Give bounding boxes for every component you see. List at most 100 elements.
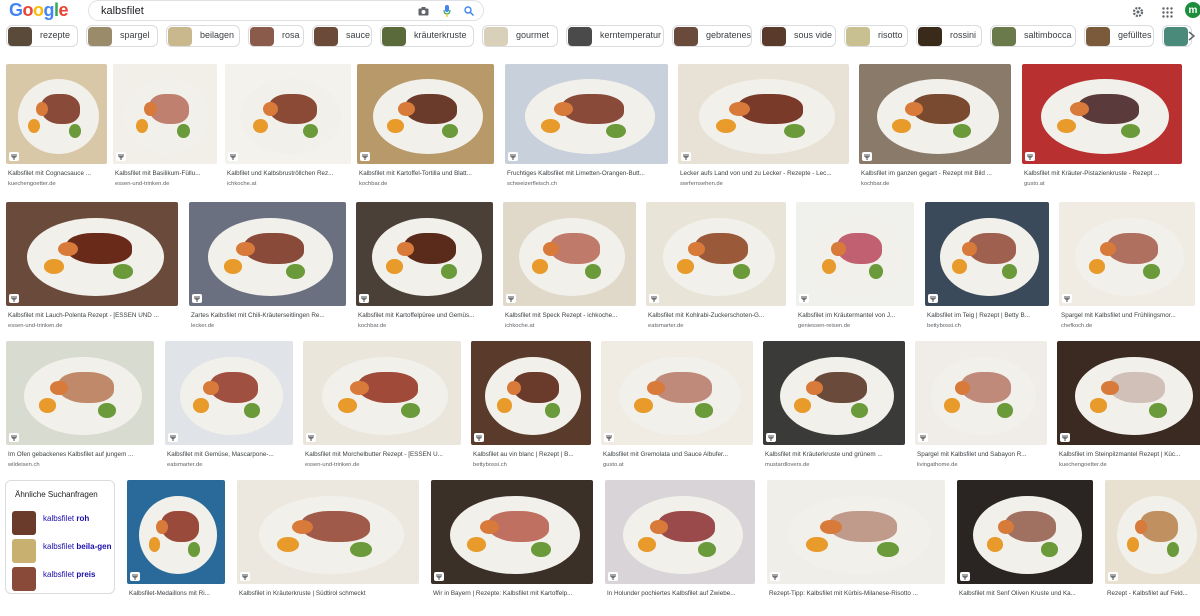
result-title[interactable]: Kalbsfilet mit Kartoffel-Tortilla und Bl… xyxy=(359,170,492,177)
result-title[interactable]: Kalbfilet und Kalbsbruströllchen Rez... xyxy=(227,170,349,177)
camera-icon[interactable] xyxy=(415,3,431,19)
image-result[interactable]: Kalbsfilet mit Morchelbutter Rezept - [E… xyxy=(303,341,461,477)
image-result[interactable]: Lecker aufs Land von und zu Lecker - Rez… xyxy=(678,64,849,196)
chip-rosa[interactable]: rosa xyxy=(248,25,304,47)
result-title[interactable]: Spargel mit Kalbsfilet und Sabayon R... xyxy=(917,451,1045,458)
search-icon[interactable] xyxy=(461,3,477,19)
result-thumbnail[interactable] xyxy=(763,341,905,445)
image-result[interactable]: Spargel mit Kalbsfilet und Frühlingsmor.… xyxy=(1059,202,1195,338)
result-thumbnail[interactable] xyxy=(646,202,786,306)
result-thumbnail[interactable] xyxy=(6,341,154,445)
search-box[interactable] xyxy=(88,0,484,21)
image-result[interactable]: Im Ofen gebackenes Kalbsfilet auf jungem… xyxy=(6,341,154,477)
result-title[interactable]: Kalbsfilet au vin blanc | Rezept | B... xyxy=(473,451,589,458)
chip-kräuterkruste[interactable]: kräuterkruste xyxy=(380,25,474,47)
result-title[interactable]: Kalbsfilet mit Gemüse, Mascarpone-... xyxy=(167,451,291,458)
image-result[interactable]: Fruchtiges Kalbsfilet mit Limetten-Orang… xyxy=(505,64,668,196)
image-result[interactable]: Rezept - Kalbsfilet auf Feld... xyxy=(1105,480,1200,616)
result-thumbnail[interactable] xyxy=(113,64,217,164)
result-thumbnail[interactable] xyxy=(471,341,591,445)
chip-sous vide[interactable]: sous vide xyxy=(760,25,836,47)
image-result[interactable]: Kalbfilet und Kalbsbruströllchen Rez... i… xyxy=(225,64,351,196)
image-result[interactable]: Kalbsfilet mit Kartoffel-Tortilla und Bl… xyxy=(357,64,494,196)
image-result[interactable]: Wir in Bayern | Rezepte: Kalbsfilet mit … xyxy=(431,480,593,616)
related-search-item[interactable]: kalbsfilet preis xyxy=(12,567,112,591)
chip-gourmet[interactable]: gourmet xyxy=(482,25,558,47)
result-title[interactable]: Kalbsfilet im Steinpilzmantel Rezept | K… xyxy=(1059,451,1200,458)
chip-rezepte[interactable]: rezepte xyxy=(6,25,78,47)
result-title[interactable]: Kalbsfilet mit Morchelbutter Rezept - [E… xyxy=(305,451,459,458)
result-title[interactable]: Kalbsfilet im Teig | Rezept | Betty B... xyxy=(927,312,1047,319)
image-result[interactable]: Kalbsfilet mit Senf Oliven Kruste und Ka… xyxy=(957,480,1093,616)
chip-risotto[interactable]: risotto xyxy=(844,25,908,47)
result-title[interactable]: Kalbsfilet im ganzen gegart - Rezept mit… xyxy=(861,170,1009,177)
image-result[interactable]: Kalbsfilet im ganzen gegart - Rezept mit… xyxy=(859,64,1011,196)
result-title[interactable]: Kalbsfilet mit Basilikum-Füllu... xyxy=(115,170,215,177)
image-result[interactable]: Kalbsfilet mit Kräuter-Pistazienkruste -… xyxy=(1022,64,1182,196)
avatar[interactable]: m xyxy=(1185,2,1200,18)
result-thumbnail[interactable] xyxy=(357,64,494,164)
result-thumbnail[interactable] xyxy=(1057,341,1200,445)
chip-sauce[interactable]: sauce xyxy=(312,25,372,47)
image-result[interactable]: Kalbsfilet in Kräuterkruste | Südtirol s… xyxy=(237,480,419,616)
result-thumbnail[interactable] xyxy=(925,202,1049,306)
result-thumbnail[interactable] xyxy=(127,480,225,584)
result-title[interactable]: Fruchtiges Kalbsfilet mit Limetten-Orang… xyxy=(507,170,666,177)
image-result[interactable]: Kalbsfilet mit Kartoffelpüree und Gemüs.… xyxy=(356,202,493,338)
result-thumbnail[interactable] xyxy=(356,202,493,306)
gear-icon[interactable] xyxy=(1129,3,1147,21)
result-thumbnail[interactable] xyxy=(189,202,346,306)
result-title[interactable]: Kalbsfilet mit Kräuter-Pistazienkruste -… xyxy=(1024,170,1180,177)
image-result[interactable]: Kalbsfilet mit Kohlrabi-Zuckerschoten-G.… xyxy=(646,202,786,338)
chip-gebratenes[interactable]: gebratenes xyxy=(672,25,752,47)
result-thumbnail[interactable] xyxy=(601,341,753,445)
result-title[interactable]: Zartes Kalbsfilet mit Chili-Kräuterseitl… xyxy=(191,312,344,319)
image-result[interactable]: Kalbsfilet mit Basilikum-Füllu... essen-u… xyxy=(113,64,217,196)
image-result[interactable]: Kalbsfilet im Kräutermantel von J... geni… xyxy=(796,202,914,338)
related-search-item[interactable]: kalbsfilet roh xyxy=(12,511,112,535)
result-thumbnail[interactable] xyxy=(859,64,1011,164)
chip-spargel[interactable]: spargel xyxy=(86,25,158,47)
result-thumbnail[interactable] xyxy=(1022,64,1182,164)
chevron-right-icon[interactable] xyxy=(1182,25,1200,47)
image-result[interactable]: Kalbsfilet im Steinpilzmantel Rezept | K… xyxy=(1057,341,1200,477)
result-title[interactable]: Kalbsfilet im Kräutermantel von J... xyxy=(798,312,912,319)
chip-saltimbocca[interactable]: saltimbocca xyxy=(990,25,1076,47)
result-thumbnail[interactable] xyxy=(165,341,293,445)
result-title[interactable]: Kalbsfilet mit Speck Rezept - ichkoche..… xyxy=(505,312,634,319)
image-result[interactable]: Kalbsfilet mit Gemüse, Mascarpone-... eat… xyxy=(165,341,293,477)
google-logo[interactable]: Google xyxy=(9,0,69,21)
image-result[interactable]: Kalbsfilet mit Kräuterkruste und grünem … xyxy=(763,341,905,477)
image-result[interactable]: Kalbsfilet mit Speck Rezept - ichkoche..… xyxy=(503,202,636,338)
chip-gefülltes[interactable]: gefülltes xyxy=(1084,25,1154,47)
result-title[interactable]: Spargel mit Kalbsfilet und Frühlingsmor.… xyxy=(1061,312,1193,319)
chip-beilagen[interactable]: beilagen xyxy=(166,25,240,47)
result-thumbnail[interactable] xyxy=(915,341,1047,445)
image-result[interactable]: Kalbsfilet mit Cognacsauce ... kuechengoe… xyxy=(6,64,107,196)
chip-rossini[interactable]: rossini xyxy=(916,25,982,47)
result-title[interactable]: Im Ofen gebackenes Kalbsfilet auf jungem… xyxy=(8,451,152,458)
image-result[interactable]: Kalbsfilet mit Gremolata und Sauce Albuf… xyxy=(601,341,753,477)
result-thumbnail[interactable] xyxy=(237,480,419,584)
image-result[interactable]: Rezept-Tipp: Kalbsfilet mit Kürbis-Milan… xyxy=(767,480,945,616)
result-thumbnail[interactable] xyxy=(6,64,107,164)
image-result[interactable]: Zartes Kalbsfilet mit Chili-Kräuterseitl… xyxy=(189,202,346,338)
image-result[interactable]: Kalbsfilet au vin blanc | Rezept | B... b… xyxy=(471,341,591,477)
result-thumbnail[interactable] xyxy=(303,341,461,445)
result-title[interactable]: Lecker aufs Land von und zu Lecker - Rez… xyxy=(680,170,847,177)
result-thumbnail[interactable] xyxy=(767,480,945,584)
result-title[interactable]: Kalbsfilet mit Kartoffelpüree und Gemüs.… xyxy=(358,312,491,319)
image-result[interactable]: In Holunder pochiertes Kalbsfilet auf Zw… xyxy=(605,480,755,616)
result-thumbnail[interactable] xyxy=(1059,202,1195,306)
image-result[interactable]: Kalbsfilet im Teig | Rezept | Betty B...… xyxy=(925,202,1049,338)
result-title[interactable]: Kalbsfilet mit Gremolata und Sauce Albuf… xyxy=(603,451,751,458)
result-thumbnail[interactable] xyxy=(1105,480,1200,584)
result-thumbnail[interactable] xyxy=(225,64,351,164)
result-thumbnail[interactable] xyxy=(957,480,1093,584)
result-thumbnail[interactable] xyxy=(6,202,178,306)
microphone-icon[interactable] xyxy=(439,3,455,19)
apps-grid-icon[interactable] xyxy=(1158,3,1176,21)
result-title[interactable]: Kalbsfilet mit Lauch-Polenta Rezept - [E… xyxy=(8,312,176,319)
image-result[interactable]: Kalbsfilet-Medaillons mit Ri... xyxy=(127,480,225,616)
search-input[interactable] xyxy=(101,3,401,18)
